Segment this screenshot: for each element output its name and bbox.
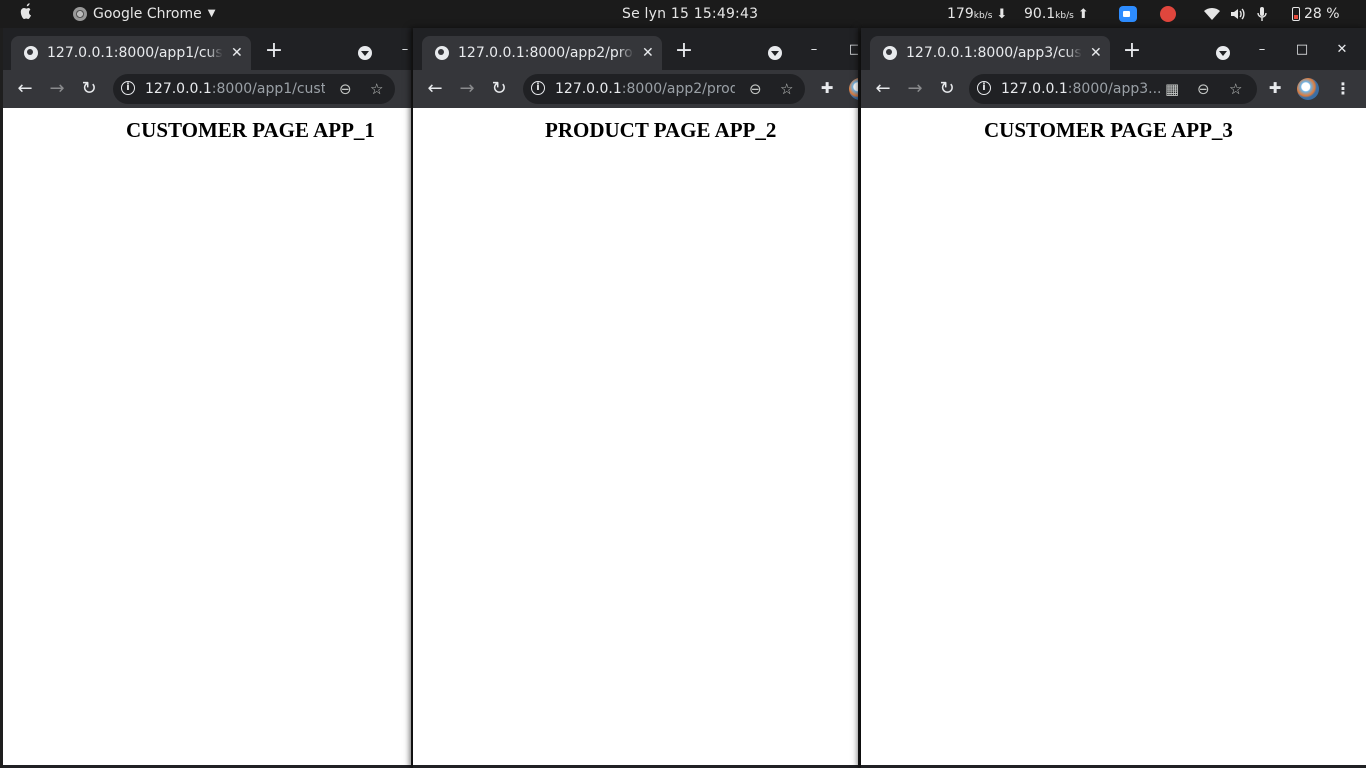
page-heading: CUSTOMER PAGE APP_1 [126,118,375,142]
minimize-button[interactable]: – [802,38,826,62]
zoom-icon[interactable] [1119,6,1137,22]
zoom-out-icon[interactable]: ⊖ [749,74,762,104]
globe-icon [883,46,897,60]
page-content: PRODUCT PAGE APP_2 [413,108,858,765]
apple-icon[interactable] [17,0,35,28]
page-heading: PRODUCT PAGE APP_2 [545,118,777,142]
chrome-icon [73,7,87,21]
browser-toolbar: ← → ↻ i 127.0.0.1:8000/app2/prod... ⊖ ☆ … [413,70,858,108]
system-top-bar: Google Chrome ▼ Se lyn 15 15:49:43 179kb… [0,0,1366,28]
more-menu-icon[interactable]: ⋮ [1335,78,1351,100]
info-icon[interactable]: i [121,81,135,95]
download-speed-value: 179 [947,6,974,22]
bookmark-star-icon[interactable]: ☆ [780,74,793,104]
maximize-button[interactable]: □ [1290,38,1314,62]
browser-toolbar: ← → ↻ i 127.0.0.1:8000/app3... ▦ ⊖ ☆ ✚ ⋮ [861,70,1366,108]
browser-toolbar: ← → ↻ i 127.0.0.1:8000/app1/cust... ⊖ ☆ [3,70,411,108]
page-content: CUSTOMER PAGE APP_3 [861,108,1366,765]
url-path: :8000/app2/prod... [621,81,735,97]
system-status-icons[interactable] [1204,0,1268,28]
tab-strip: 127.0.0.1:8000/app2/product ✕ + – □ [413,28,858,70]
record-icon[interactable] [1160,6,1176,22]
browser-tab[interactable]: 127.0.0.1:8000/app1/customer ✕ [11,36,251,70]
forward-icon[interactable]: → [43,75,71,103]
battery-icon [1292,7,1300,21]
browser-window-app1[interactable]: 127.0.0.1:8000/app1/customer ✕ + – ← → ↻… [3,28,411,768]
battery-percentage: 28 % [1304,6,1340,22]
minimize-button[interactable]: – [1250,38,1274,62]
url-path: :8000/app1/cust... [211,81,325,97]
close-tab-icon[interactable]: ✕ [231,36,243,70]
tab-search-icon[interactable] [358,46,372,60]
browser-window-app2[interactable]: 127.0.0.1:8000/app2/product ✕ + – □ ← → … [413,28,858,768]
arrow-down-icon: ⬇ [996,7,1008,22]
globe-icon [435,46,449,60]
upload-speed-unit: kb/s [1055,11,1074,21]
close-tab-icon[interactable]: ✕ [642,36,654,70]
url-host: 127.0.0.1 [1001,81,1068,97]
download-speed-unit: kb/s [973,11,993,21]
caret-down-icon: ▼ [207,8,216,19]
forward-icon[interactable]: → [453,75,481,103]
close-tab-icon[interactable]: ✕ [1090,36,1102,70]
url-text: 127.0.0.1:8000/app3... [1001,74,1161,104]
network-upload-indicator: 90.1kb/s ⬆ [1024,0,1089,28]
tab-strip: 127.0.0.1:8000/app3/customer ✕ + – □ ✕ [861,28,1366,70]
url-host: 127.0.0.1 [555,81,622,97]
qr-code-icon[interactable]: ▦ [1165,74,1179,104]
tab-search-icon[interactable] [768,46,782,60]
back-icon[interactable]: ← [869,75,897,103]
address-bar[interactable]: i 127.0.0.1:8000/app1/cust... ⊖ ☆ [113,74,395,104]
minimize-button[interactable]: – [393,38,411,62]
address-bar[interactable]: i 127.0.0.1:8000/app2/prod... ⊖ ☆ [523,74,805,104]
battery-indicator[interactable]: 28 % [1292,0,1340,28]
profile-avatar[interactable] [849,78,858,100]
new-tab-button[interactable]: + [1118,37,1146,65]
tab-search-icon[interactable] [1216,46,1230,60]
browser-window-app3[interactable]: 127.0.0.1:8000/app3/customer ✕ + – □ ✕ ←… [861,28,1366,768]
bookmark-star-icon[interactable]: ☆ [370,74,383,104]
active-app-label: Google Chrome [93,6,202,22]
tab-title: 127.0.0.1:8000/app2/product [458,36,634,70]
page-heading: CUSTOMER PAGE APP_3 [984,118,1233,142]
back-icon[interactable]: ← [421,75,449,103]
zoom-out-icon[interactable]: ⊖ [339,74,352,104]
url-host: 127.0.0.1 [145,81,212,97]
browser-tab[interactable]: 127.0.0.1:8000/app2/product ✕ [422,36,662,70]
url-text: 127.0.0.1:8000/app1/cust... [145,74,325,104]
globe-icon [24,46,38,60]
address-bar[interactable]: i 127.0.0.1:8000/app3... ▦ ⊖ ☆ [969,74,1257,104]
tab-title: 127.0.0.1:8000/app1/customer [47,36,223,70]
new-tab-button[interactable]: + [260,37,288,65]
bookmark-star-icon[interactable]: ☆ [1229,74,1242,104]
reload-icon[interactable]: ↻ [485,75,513,103]
forward-icon[interactable]: → [901,75,929,103]
info-icon[interactable]: i [977,81,991,95]
tab-strip: 127.0.0.1:8000/app1/customer ✕ + – [3,28,411,70]
tab-title: 127.0.0.1:8000/app3/customer [906,36,1082,70]
page-content: CUSTOMER PAGE APP_1 [3,108,411,765]
wifi-icon [1204,7,1220,21]
back-icon[interactable]: ← [11,75,39,103]
new-tab-button[interactable]: + [670,37,698,65]
upload-speed-value: 90.1 [1024,6,1056,22]
extensions-icon[interactable]: ✚ [1267,80,1283,96]
extensions-icon[interactable]: ✚ [819,80,835,96]
reload-icon[interactable]: ↻ [75,75,103,103]
zoom-out-icon[interactable]: ⊖ [1197,74,1210,104]
reload-icon[interactable]: ↻ [933,75,961,103]
volume-icon [1231,8,1245,20]
arrow-up-icon: ⬆ [1077,7,1089,22]
close-window-button[interactable]: ✕ [1330,38,1354,62]
maximize-button[interactable]: □ [843,38,858,62]
microphone-icon [1257,7,1267,21]
browser-tab[interactable]: 127.0.0.1:8000/app3/customer ✕ [870,36,1110,70]
clock[interactable]: Se lyn 15 15:49:43 [622,0,758,28]
url-text: 127.0.0.1:8000/app2/prod... [555,74,735,104]
active-app-menu[interactable]: Google Chrome ▼ [73,0,215,28]
profile-avatar[interactable] [1297,78,1319,100]
url-path: :8000/app3... [1067,81,1161,97]
network-download-indicator: 179kb/s ⬇ [947,0,1007,28]
info-icon[interactable]: i [531,81,545,95]
